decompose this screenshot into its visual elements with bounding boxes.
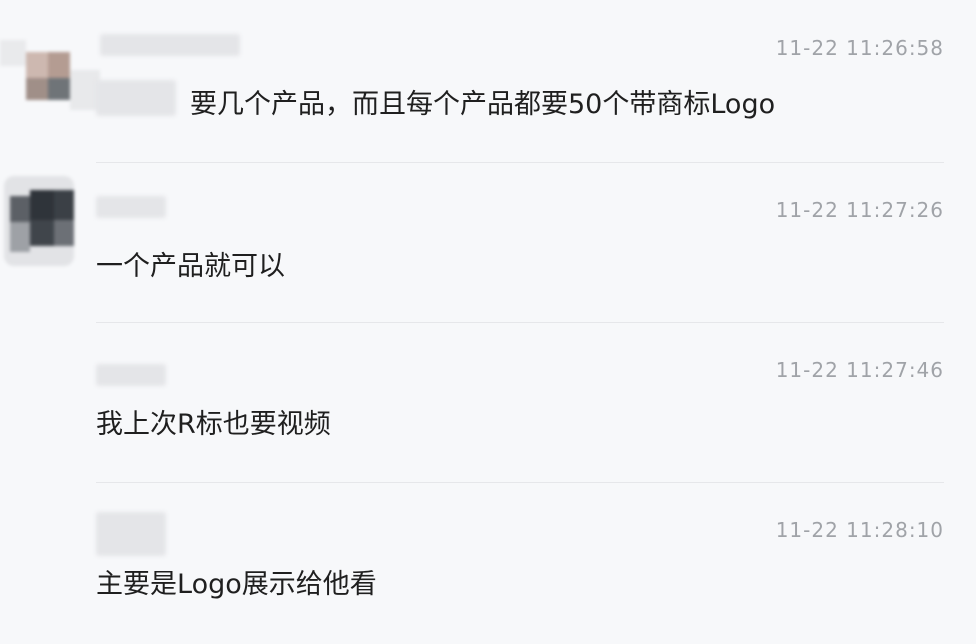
sender-name (96, 512, 166, 556)
sender-name (96, 196, 166, 218)
message-item: 11-22 11:28:10 主要是Logo展示给他看 (0, 484, 976, 644)
message-item: 11-22 11:27:26 一个产品就可以 (0, 164, 976, 324)
avatar[interactable] (4, 176, 74, 266)
message-item: 11-22 11:26:58 要几个产品，而且每个产品都要50个带商标Logo (0, 0, 976, 160)
divider (96, 162, 944, 163)
avatar[interactable] (0, 40, 100, 120)
message-text: 我上次R标也要视频 (96, 409, 331, 440)
sender-name (96, 364, 166, 386)
sender-name (100, 34, 240, 56)
divider (96, 322, 944, 323)
message-timestamp: 11-22 11:27:26 (775, 198, 944, 222)
message-text: 主要是Logo展示给他看 (96, 569, 377, 600)
message-text: 要几个产品，而且每个产品都要50个带商标Logo (190, 89, 776, 120)
message-text: 一个产品就可以 (96, 251, 285, 282)
message-timestamp: 11-22 11:28:10 (775, 518, 944, 542)
message-item: 11-22 11:27:46 我上次R标也要视频 (0, 324, 976, 484)
sender-name-extra (96, 80, 176, 116)
divider (96, 482, 944, 483)
message-timestamp: 11-22 11:26:58 (775, 36, 944, 60)
message-timestamp: 11-22 11:27:46 (775, 358, 944, 382)
